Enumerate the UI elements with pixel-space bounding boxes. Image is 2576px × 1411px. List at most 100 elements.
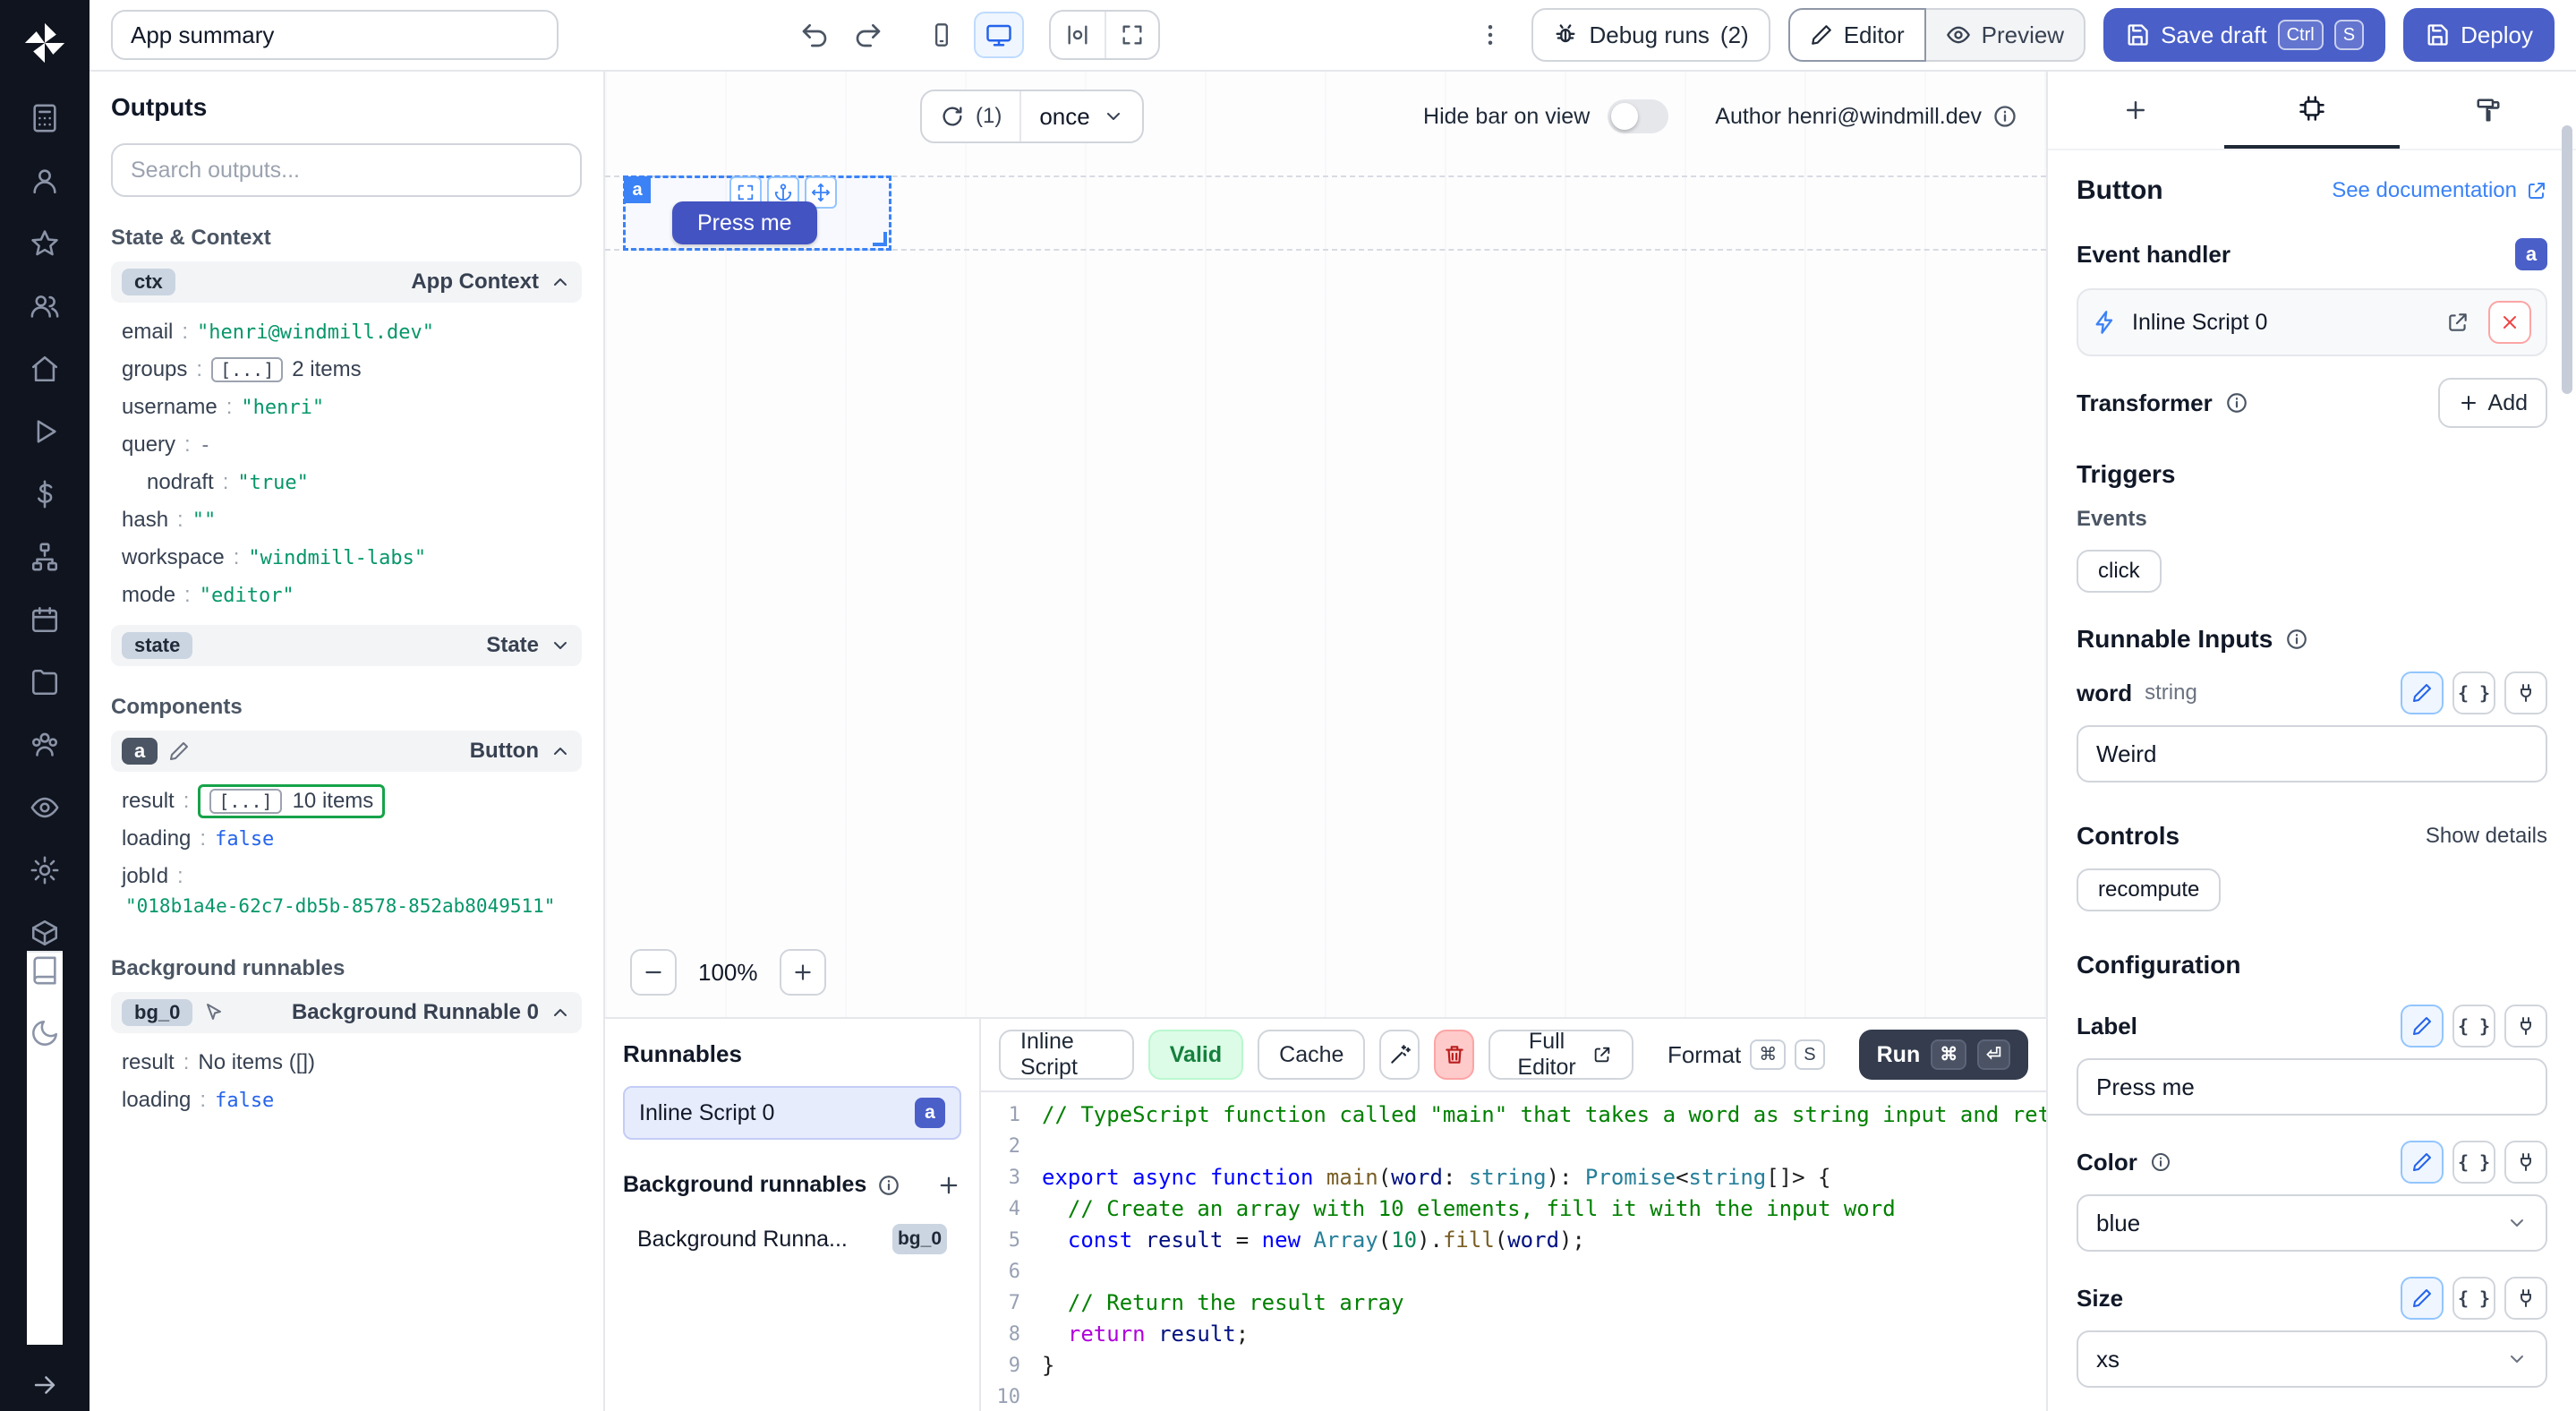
- job-id-value[interactable]: "018b1a4e-62c7-db5b-8578-852ab8049511": [122, 895, 578, 924]
- ai-wand-icon[interactable]: [1379, 1030, 1420, 1080]
- output-row[interactable]: mode:"editor": [122, 577, 578, 614]
- size-select[interactable]: xs: [2077, 1330, 2547, 1388]
- desktop-view-icon[interactable]: [974, 12, 1024, 58]
- app-canvas[interactable]: (1) once Hide bar on view Author henri@w…: [605, 72, 2046, 1017]
- output-row[interactable]: loading:false: [122, 820, 578, 858]
- info-icon[interactable]: [2225, 391, 2248, 415]
- connect-output-icon[interactable]: [2504, 1277, 2547, 1320]
- styling-tab[interactable]: [2400, 72, 2576, 149]
- runnable-item-inline-script-0[interactable]: Inline Script 0 a: [623, 1086, 961, 1140]
- show-details-link[interactable]: Show details: [2426, 824, 2547, 849]
- pencil-icon[interactable]: [168, 740, 190, 762]
- search-outputs-input[interactable]: [111, 143, 582, 197]
- output-row-result[interactable]: result: [...]10 items: [122, 782, 578, 820]
- template-expr-icon[interactable]: { }: [2452, 671, 2495, 714]
- fullscreen-icon[interactable]: [1105, 12, 1158, 58]
- output-row[interactable]: workspace:"windmill-labs": [122, 539, 578, 577]
- inline-script-row[interactable]: Inline Script 0: [2077, 288, 2547, 356]
- connect-output-icon[interactable]: [2504, 671, 2547, 714]
- add-transformer-button[interactable]: Add: [2438, 378, 2547, 428]
- recompute-chip[interactable]: recompute: [2077, 868, 2221, 911]
- center-columns-icon[interactable]: [1051, 12, 1105, 58]
- info-icon[interactable]: [877, 1174, 900, 1197]
- deploy-button[interactable]: Deploy: [2403, 8, 2555, 62]
- component-settings-tab[interactable]: [2224, 72, 2401, 149]
- label-value-input[interactable]: [2077, 1058, 2547, 1116]
- add-background-runnable-icon[interactable]: [936, 1173, 961, 1198]
- home-icon[interactable]: [27, 351, 63, 387]
- info-icon[interactable]: [2150, 1151, 2171, 1173]
- bg0-header[interactable]: bg_0 Background Runnable 0: [111, 992, 582, 1033]
- info-icon[interactable]: [1992, 104, 2017, 129]
- workers-icon[interactable]: [27, 915, 63, 951]
- builder-icon[interactable]: [27, 539, 63, 575]
- more-menu-icon[interactable]: [1467, 12, 1514, 58]
- output-row[interactable]: nodraft:"true": [122, 464, 578, 501]
- audit-eye-icon[interactable]: [27, 790, 63, 825]
- output-row[interactable]: username:"henri": [122, 389, 578, 426]
- editor-tab-button[interactable]: Editor: [1788, 8, 1926, 62]
- windmill-logo-icon[interactable]: [20, 18, 70, 68]
- delete-script-icon[interactable]: [1434, 1030, 1474, 1080]
- output-row[interactable]: jobId:: [122, 858, 578, 895]
- word-value-input[interactable]: [2077, 725, 2547, 782]
- output-row[interactable]: groups:[...]2 items: [122, 351, 578, 389]
- chevron-up-icon[interactable]: [550, 271, 571, 293]
- selected-button-component[interactable]: a Press me: [623, 175, 891, 251]
- full-editor-button[interactable]: Full Editor: [1488, 1030, 1633, 1080]
- output-row[interactable]: loading:false: [122, 1082, 578, 1119]
- cache-button[interactable]: Cache: [1258, 1030, 1365, 1080]
- format-button[interactable]: Format ⌘ S: [1648, 1030, 1845, 1080]
- resize-handle[interactable]: [873, 232, 887, 246]
- component-id-tag[interactable]: a: [624, 176, 651, 203]
- zoom-in-icon[interactable]: [780, 949, 826, 996]
- debug-runs-button[interactable]: Debug runs (2): [1531, 8, 1770, 62]
- output-row[interactable]: hash:"": [122, 501, 578, 539]
- docs-icon[interactable]: [27, 953, 63, 988]
- connect-output-icon[interactable]: [2504, 1005, 2547, 1048]
- folders-icon[interactable]: [27, 664, 63, 700]
- info-icon[interactable]: [2285, 628, 2308, 651]
- static-value-icon[interactable]: [2401, 671, 2444, 714]
- save-draft-button[interactable]: Save draft Ctrl S: [2103, 8, 2385, 62]
- panel-scrollbar[interactable]: [2562, 125, 2572, 394]
- apps-icon[interactable]: [27, 100, 63, 136]
- open-script-icon[interactable]: [2436, 301, 2479, 344]
- template-expr-icon[interactable]: { }: [2452, 1141, 2495, 1184]
- template-expr-icon[interactable]: { }: [2452, 1005, 2495, 1048]
- output-row[interactable]: email:"henri@windmill.dev": [122, 313, 578, 351]
- press-me-button[interactable]: Press me: [672, 201, 817, 244]
- hide-bar-toggle[interactable]: [1608, 99, 1668, 133]
- static-value-icon[interactable]: [2401, 1141, 2444, 1184]
- expand-rail-icon[interactable]: [27, 1370, 63, 1400]
- selected-output-highlight[interactable]: [...]10 items: [198, 784, 385, 818]
- static-value-icon[interactable]: [2401, 1005, 2444, 1048]
- see-documentation-link[interactable]: See documentation: [2332, 178, 2547, 203]
- ctx-header[interactable]: ctx App Context: [111, 261, 582, 303]
- billing-icon[interactable]: [27, 476, 63, 512]
- mobile-view-icon[interactable]: [917, 12, 967, 58]
- chevron-up-icon[interactable]: [550, 1002, 571, 1023]
- play-icon[interactable]: [27, 414, 63, 449]
- color-select[interactable]: blue: [2077, 1194, 2547, 1252]
- code-editor[interactable]: 1// TypeScript function called "main" th…: [981, 1092, 2046, 1411]
- connect-output-icon[interactable]: [2504, 1141, 2547, 1184]
- run-button[interactable]: Run ⌘ ⏎: [1859, 1030, 2028, 1080]
- output-row[interactable]: result:No items ([]): [122, 1044, 578, 1082]
- preview-tab-button[interactable]: Preview: [1924, 8, 2086, 62]
- star-icon[interactable]: [27, 226, 63, 261]
- chevron-up-icon[interactable]: [550, 740, 571, 762]
- groups-icon[interactable]: [27, 727, 63, 763]
- schedules-icon[interactable]: [27, 602, 63, 637]
- zoom-out-icon[interactable]: [630, 949, 677, 996]
- team-icon[interactable]: [27, 288, 63, 324]
- schedule-dropdown[interactable]: once: [1021, 91, 1141, 141]
- insert-component-tab[interactable]: [2048, 72, 2224, 149]
- app-summary-input[interactable]: [111, 10, 559, 60]
- template-expr-icon[interactable]: { }: [2452, 1277, 2495, 1320]
- redo-icon[interactable]: [845, 12, 891, 58]
- runnable-item-bg0[interactable]: Background Runna... bg_0: [623, 1212, 961, 1266]
- component-a-header[interactable]: a Button: [111, 731, 582, 772]
- output-row[interactable]: query:-: [122, 426, 578, 464]
- settings-gear-icon[interactable]: [27, 852, 63, 888]
